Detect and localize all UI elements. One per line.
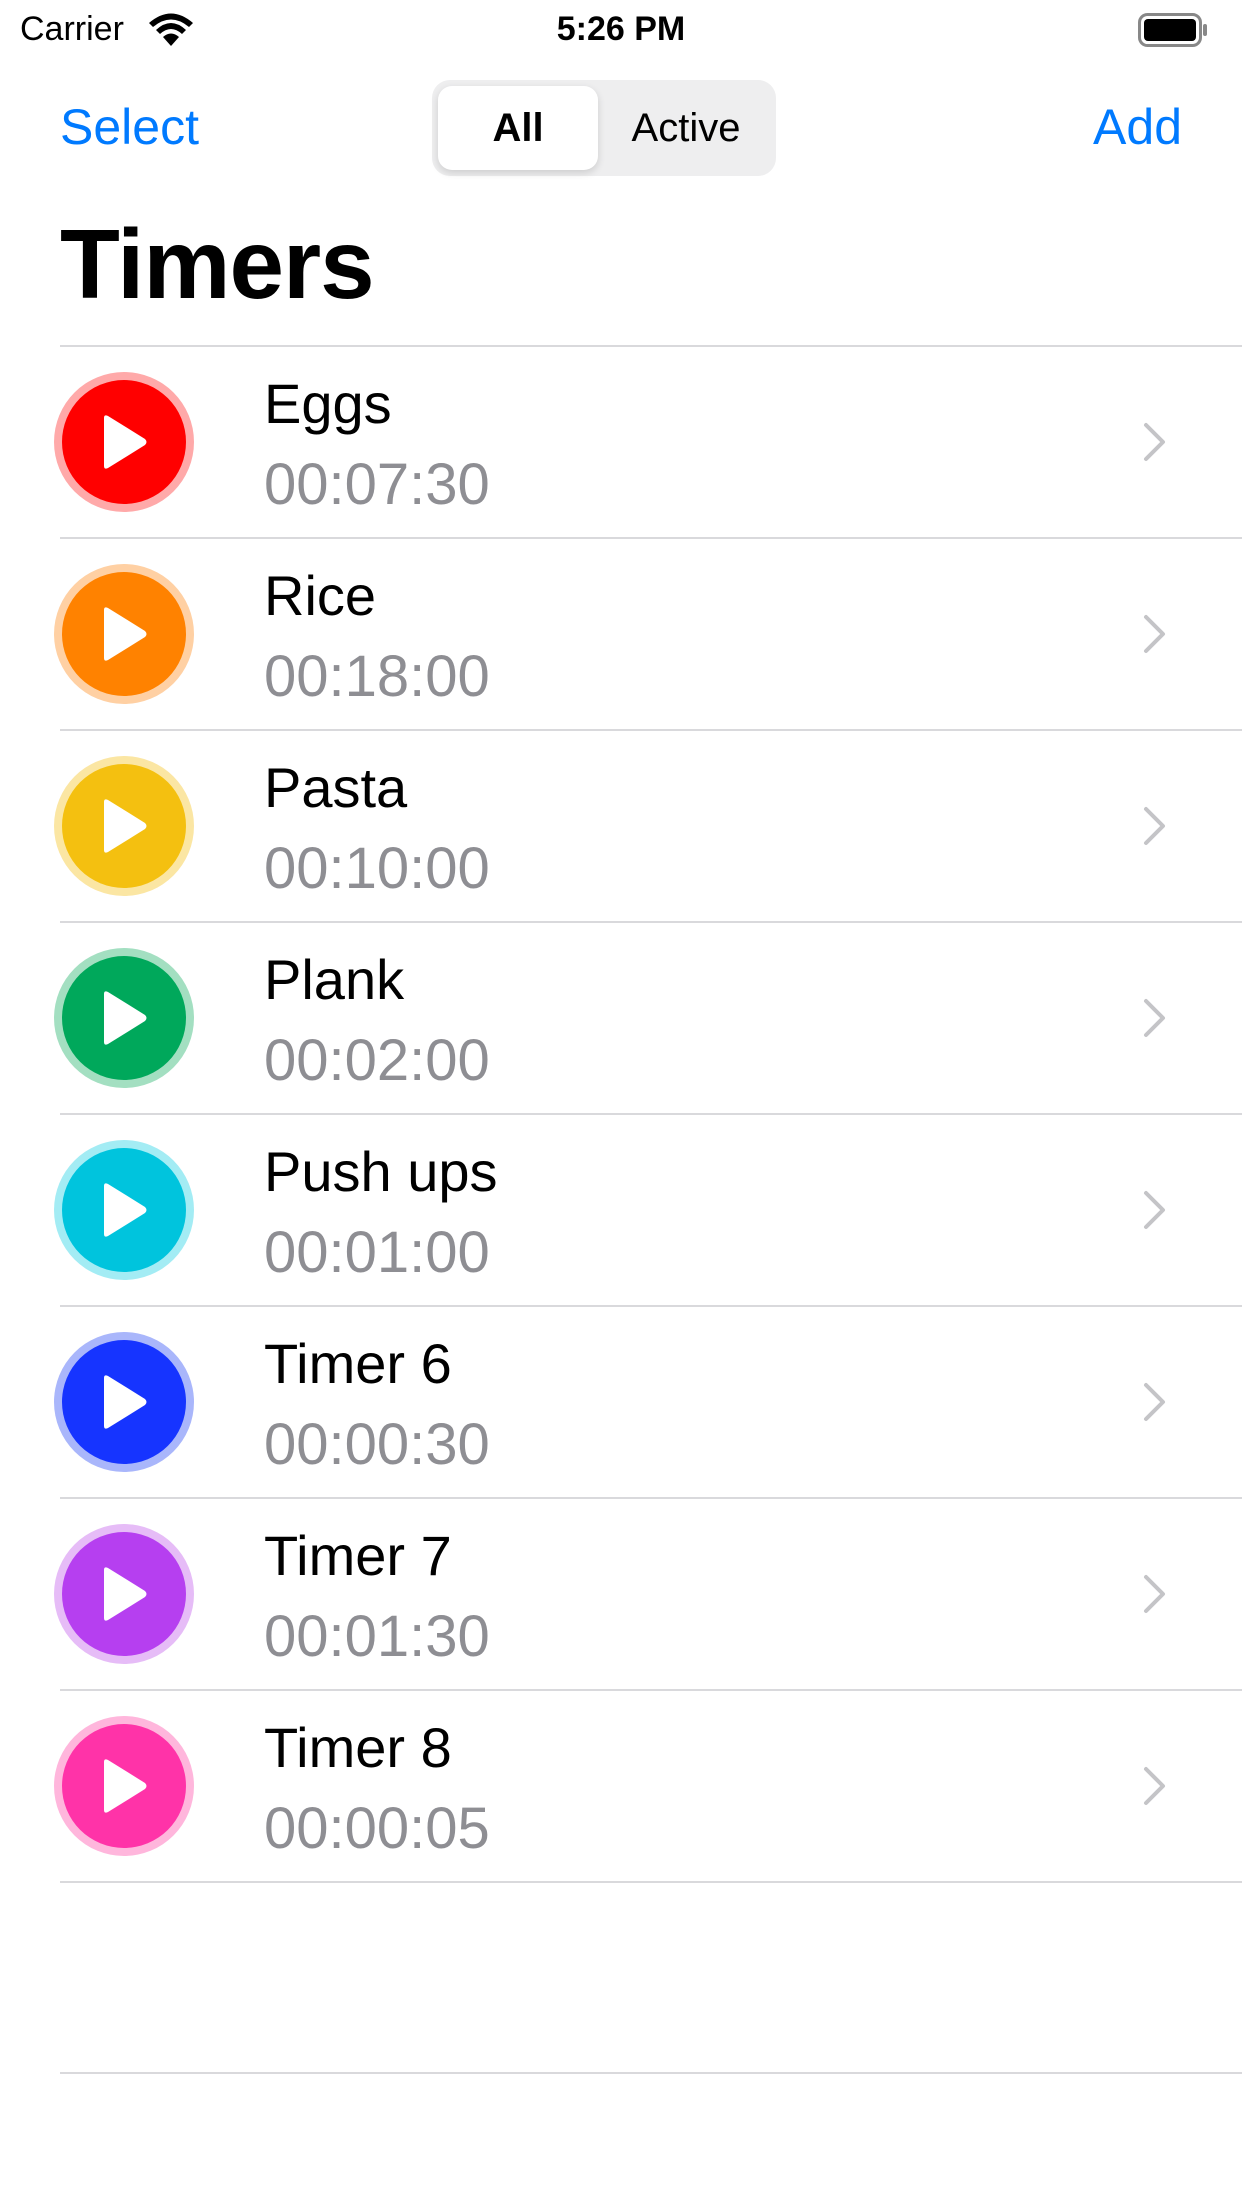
play-button[interactable] — [54, 564, 194, 704]
timer-name: Timer 8 — [264, 1716, 452, 1779]
timer-name: Timer 6 — [264, 1332, 452, 1395]
segment-active[interactable]: Active — [602, 86, 770, 170]
play-icon — [104, 607, 147, 661]
timer-name: Push ups — [264, 1140, 498, 1203]
timer-duration: 00:00:30 — [264, 1412, 490, 1477]
battery-icon — [1138, 13, 1207, 47]
play-button[interactable] — [54, 1716, 194, 1856]
timer-list: Eggs 00:07:30 Rice 00:18:00 Pasta 00:10:… — [54, 345, 1242, 1881]
status-time: 5:26 PM — [556, 10, 686, 48]
timer-row[interactable]: Plank 00:02:00 — [54, 921, 1242, 1113]
play-button[interactable] — [54, 1140, 194, 1280]
timer-row[interactable]: Timer 6 00:00:30 — [54, 1305, 1242, 1497]
timer-row[interactable]: Push ups 00:01:00 — [54, 1113, 1242, 1305]
timer-row[interactable]: Pasta 00:10:00 — [54, 729, 1242, 921]
chevron-right-icon — [1144, 1383, 1165, 1421]
chevron-right-icon — [1144, 807, 1165, 845]
timer-duration: 00:07:30 — [264, 452, 490, 517]
play-icon — [104, 1375, 147, 1429]
play-button[interactable] — [54, 1332, 194, 1472]
timer-duration: 00:02:00 — [264, 1028, 490, 1093]
chevron-right-icon — [1144, 423, 1165, 461]
timer-duration: 00:01:30 — [264, 1604, 490, 1669]
play-icon — [104, 1759, 147, 1813]
chevron-right-icon — [1144, 1575, 1165, 1613]
timer-name: Eggs — [264, 372, 392, 435]
timer-row[interactable]: Rice 00:18:00 — [54, 537, 1242, 729]
play-button[interactable] — [54, 372, 194, 512]
timer-row[interactable]: Timer 8 00:00:05 — [54, 1689, 1242, 1881]
chevron-right-icon — [1144, 615, 1165, 653]
timer-name: Pasta — [264, 756, 408, 819]
play-button[interactable] — [54, 756, 194, 896]
toolbar-divider — [60, 2072, 1242, 2074]
timer-row[interactable]: Timer 7 00:01:30 — [54, 1497, 1242, 1689]
play-button[interactable] — [54, 1524, 194, 1664]
timer-row[interactable]: Eggs 00:07:30 — [54, 345, 1242, 537]
chevron-right-icon — [1144, 1767, 1165, 1805]
screen: Carrier 5:26 PM Select All Active Add Ti… — [0, 0, 1242, 2208]
play-button[interactable] — [54, 948, 194, 1088]
play-icon — [104, 1567, 147, 1621]
play-icon — [104, 1183, 147, 1237]
timer-name: Timer 7 — [264, 1524, 452, 1587]
play-icon — [104, 991, 147, 1045]
timer-duration: 00:01:00 — [264, 1220, 490, 1285]
timer-name: Rice — [264, 564, 377, 627]
timer-duration: 00:00:05 — [264, 1796, 490, 1861]
segment-all[interactable]: All — [438, 86, 598, 170]
timer-duration: 00:10:00 — [264, 836, 490, 901]
list-divider — [60, 1881, 1242, 1883]
add-button[interactable]: Add — [1093, 98, 1182, 156]
chevron-right-icon — [1144, 1191, 1165, 1229]
play-icon — [104, 415, 147, 469]
timer-name: Plank — [264, 948, 405, 1011]
page-title: Timers — [60, 209, 375, 319]
filter-segmented-control[interactable]: All Active — [432, 80, 776, 176]
chevron-right-icon — [1144, 999, 1165, 1037]
status-bar: Carrier 5:26 PM — [0, 0, 1242, 60]
play-icon — [104, 799, 147, 853]
select-button[interactable]: Select — [60, 98, 199, 156]
timer-duration: 00:18:00 — [264, 644, 490, 709]
